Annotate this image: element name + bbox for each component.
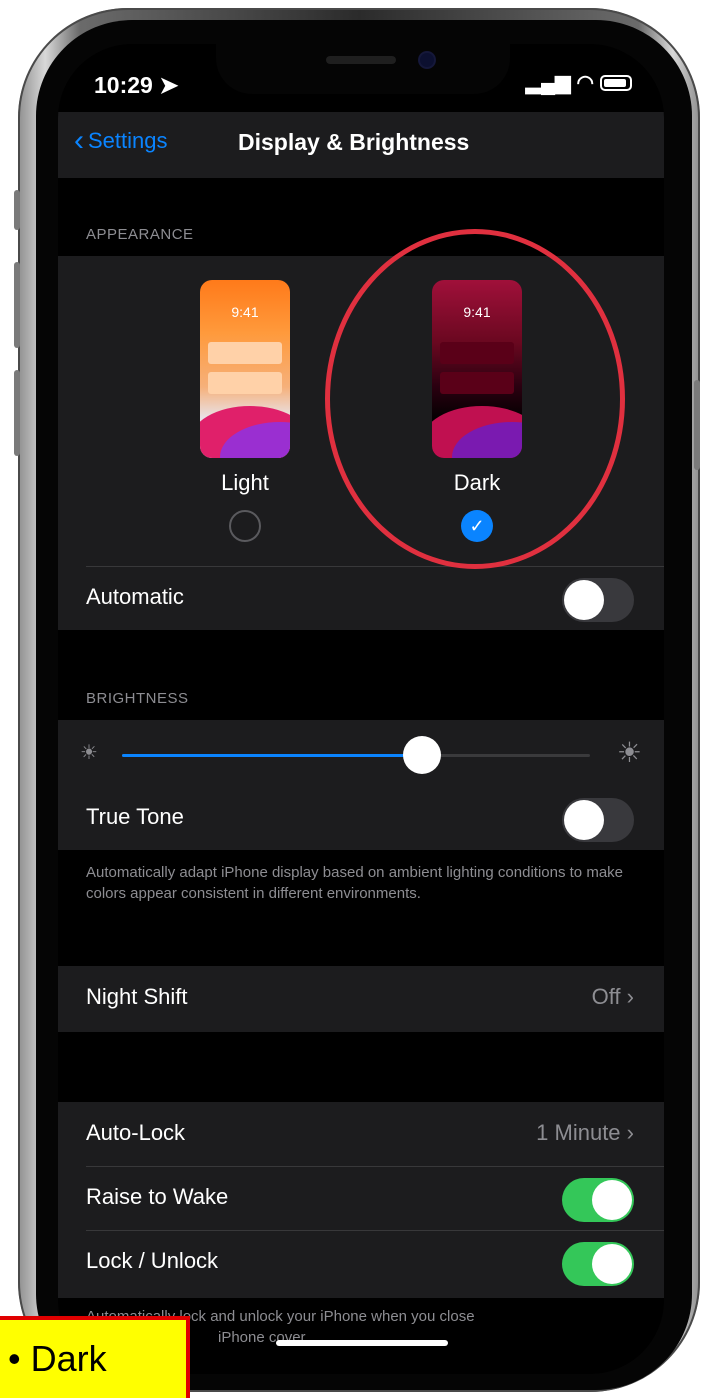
raise-to-wake-label: Raise to Wake: [86, 1184, 229, 1209]
night-shift-group: Night Shift Off ›: [58, 966, 664, 1032]
brightness-section-label: BRIGHTNESS: [86, 690, 189, 707]
battery-icon: [600, 74, 632, 91]
wifi-icon: ◠: [576, 72, 594, 94]
screen: 10:29 ➤ ▂▄▆ ◠ ‹ Settings Display & Brigh…: [58, 44, 664, 1374]
back-label: Settings: [88, 128, 168, 153]
night-shift-value: Off ›: [591, 984, 634, 1009]
sun-large-icon: ☀: [616, 737, 642, 768]
caption-label: • Dark: [0, 1316, 190, 1398]
side-button-left-3: [14, 370, 20, 456]
light-preview-time: 9:41: [231, 304, 259, 320]
notch: [216, 44, 510, 94]
light-option-label: Light: [221, 470, 269, 495]
side-button-left-2: [14, 262, 20, 348]
automatic-row: Automatic: [58, 566, 664, 630]
auto-lock-label: Auto-Lock: [86, 1120, 186, 1145]
light-radio[interactable]: [229, 510, 261, 542]
true-tone-toggle[interactable]: [562, 798, 634, 842]
raise-to-wake-toggle[interactable]: [562, 1178, 634, 1222]
night-shift-label: Night Shift: [86, 984, 188, 1009]
slider-track[interactable]: [122, 736, 590, 774]
raise-to-wake-row: Raise to Wake: [58, 1166, 664, 1230]
cellular-signal-icon: ▂▄▆: [525, 72, 571, 94]
toggle-knob: [564, 800, 604, 840]
side-button-left-1: [14, 190, 20, 230]
auto-lock-row[interactable]: Auto-Lock 1 Minute ›: [58, 1102, 664, 1166]
true-tone-label: True Tone: [86, 804, 184, 829]
lock-unlock-label: Lock / Unlock: [86, 1248, 219, 1273]
status-time: 10:29 ➤: [94, 72, 179, 98]
location-arrow-icon: ➤: [159, 72, 179, 98]
back-button[interactable]: ‹ Settings: [74, 126, 168, 156]
toggle-knob: [592, 1244, 632, 1284]
true-tone-footnote: Automatically adapt iPhone display based…: [86, 864, 623, 902]
status-icons: ▂▄▆ ◠: [526, 70, 632, 95]
brightness-group: ☀ ☀ True Tone: [58, 720, 664, 850]
auto-lock-value: 1 Minute ›: [536, 1120, 634, 1145]
light-preview-thumbnail[interactable]: 9:41: [200, 280, 290, 458]
front-camera: [420, 53, 434, 67]
slider-thumb[interactable]: [402, 736, 441, 774]
chevron-left-icon: ‹: [74, 124, 84, 157]
light-preview-widget-1: [208, 342, 282, 364]
caption-text: • Dark: [8, 1338, 107, 1379]
automatic-label: Automatic: [86, 584, 184, 609]
chevron-right-icon: ›: [626, 984, 634, 1009]
side-button-right: [694, 380, 700, 470]
lock-unlock-row: Lock / Unlock: [58, 1230, 664, 1294]
speaker-grille: [326, 56, 396, 64]
slider-fill: [122, 754, 422, 757]
toggle-knob: [592, 1180, 632, 1220]
toggle-knob: [564, 580, 604, 620]
navigation-bar: ‹ Settings Display & Brightness: [58, 112, 664, 178]
chevron-right-icon: ›: [626, 1120, 634, 1145]
sun-small-icon: ☀: [80, 742, 98, 764]
light-preview-widget-2: [208, 372, 282, 394]
dark-highlight-circle: [325, 229, 625, 569]
brightness-slider[interactable]: ☀ ☀: [58, 720, 664, 790]
appearance-section-label: APPEARANCE: [86, 226, 194, 243]
home-indicator[interactable]: [276, 1340, 448, 1346]
automatic-toggle[interactable]: [562, 578, 634, 622]
lock-unlock-toggle[interactable]: [562, 1242, 634, 1286]
true-tone-row: True Tone: [58, 786, 664, 850]
night-shift-row[interactable]: Night Shift Off ›: [58, 966, 664, 1030]
page-title: Display & Brightness: [238, 129, 470, 155]
lock-group: Auto-Lock 1 Minute › Raise to Wake Lock …: [58, 1102, 664, 1298]
